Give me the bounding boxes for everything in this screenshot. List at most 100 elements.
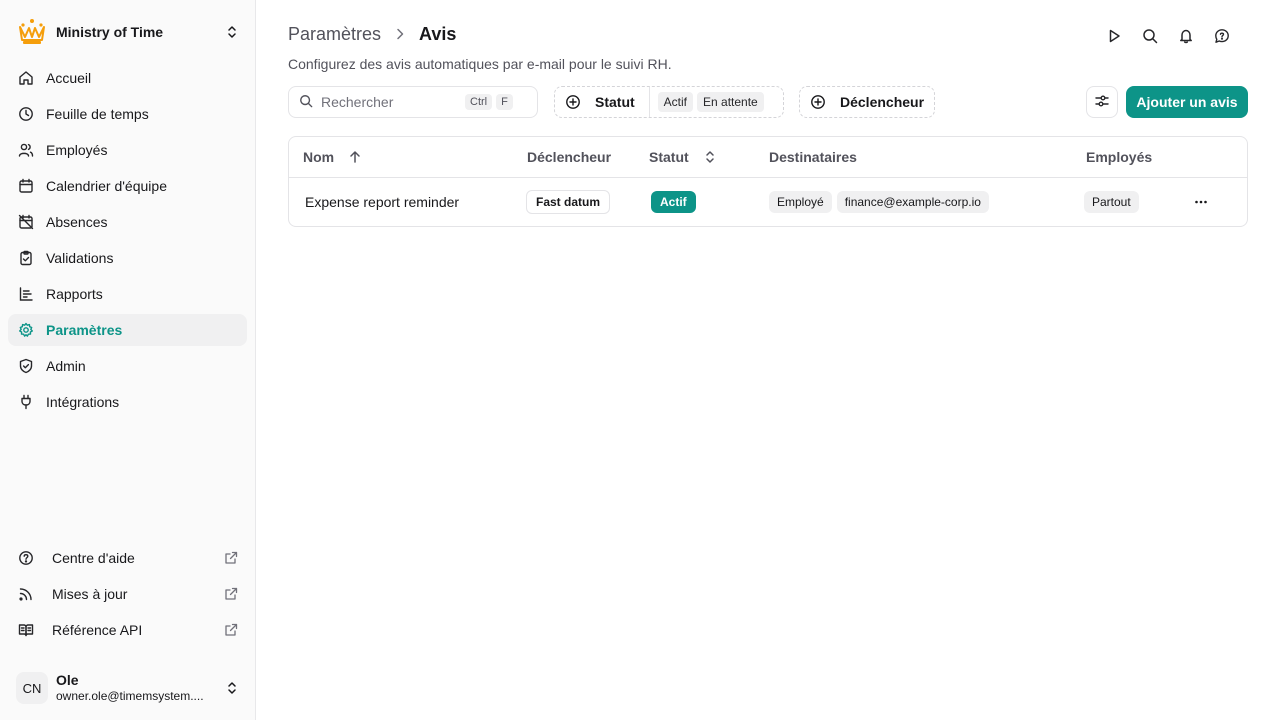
sidebar-item-integrations[interactable]: Intégrations [8,386,247,418]
sidebar-item-calendrier-equipe[interactable]: Calendrier d'équipe [8,170,247,202]
filter-chip-actif: Actif [657,92,694,112]
clock-icon [18,106,34,122]
sidebar-item-absences[interactable]: Absences [8,206,247,238]
main-content: Paramètres Avis Configurez des avis auto… [256,0,1280,720]
sidebar-item-label: Employés [46,142,108,158]
sidebar-link-centre-aide[interactable]: Centre d'aide [8,542,247,574]
filter-divider [648,87,650,117]
col-header-employees: Employés [1086,149,1152,165]
col-header-label: Destinataires [769,149,857,165]
bell-icon[interactable] [1168,26,1204,46]
sidebar-item-employes[interactable]: Employés [8,134,247,166]
user-meta: Ole owner.ole@timemsystem.... [56,672,224,704]
notice-name: Expense report reminder [305,194,460,210]
sidebar-item-label: Calendrier d'équipe [46,178,167,194]
col-header-label: Employés [1086,149,1153,165]
col-header-name[interactable]: Nom [303,149,362,165]
trigger-filter-label: Déclencheur [840,94,925,110]
sidebar-item-label: Intégrations [46,394,120,410]
sidebar-link-mises-a-jour[interactable]: Mises à jour [8,578,247,610]
clipboard-check-icon [18,250,34,266]
user-email: owner.ole@timemsystem.... [56,689,204,703]
cell-actions [1189,178,1213,226]
crown-icon [16,16,48,48]
report-icon [18,286,34,302]
search-icon [299,94,313,111]
shortcut-ctrl: Ctrl [465,94,493,110]
help-circle-icon [18,550,34,566]
breadcrumb: Paramètres Avis [288,22,456,46]
search-input[interactable] [321,94,461,110]
table-row[interactable]: Expense report reminder Fast datum Actif… [289,178,1247,226]
avatar: CN [16,672,48,704]
employees-badge: Partout [1084,191,1139,213]
search-box[interactable]: Ctrl F [288,86,538,118]
status-filter-label: Statut [595,94,635,110]
page-subtitle: Configurez des avis automatiques par e-m… [288,56,672,72]
col-header-label: Statut [649,149,689,165]
users-icon [18,142,34,158]
chevron-up-down-icon [224,24,240,40]
calendar-icon [18,178,34,194]
sidebar-item-label: Accueil [46,70,92,86]
chat-help-icon[interactable] [1204,26,1240,46]
book-icon [18,622,34,638]
more-horizontal-icon[interactable] [1189,190,1213,214]
plus-circle-icon [810,94,826,110]
play-icon[interactable] [1096,26,1132,46]
cell-recipients: Employé finance@example-corp.io [769,178,994,226]
sidebar-item-label: Paramètres [46,322,123,338]
col-header-trigger: Déclencheur [527,149,611,165]
rss-icon [18,586,34,602]
chevron-right-icon [393,27,407,41]
breadcrumb-parent[interactable]: Paramètres [288,24,381,45]
sidebar-item-feuille-de-temps[interactable]: Feuille de temps [8,98,247,130]
user-name: Ole [56,672,79,688]
recipient-badge: finance@example-corp.io [836,191,989,213]
external-link-icon [223,586,239,602]
recipient-badge: Employé [769,191,832,213]
sliders-icon [1094,93,1110,112]
status-filter[interactable]: Statut Actif En attente [554,86,784,118]
add-notice-button[interactable]: Ajouter un avis [1126,86,1248,118]
calendar-off-icon [18,214,34,230]
sidebar-link-reference-api[interactable]: Référence API [8,614,247,646]
user-menu[interactable]: CN Ole owner.ole@timemsystem.... [16,668,240,708]
sidebar-item-parametres[interactable]: Paramètres [8,314,247,346]
page-title: Avis [419,23,457,44]
sidebar-item-admin[interactable]: Admin [8,350,247,382]
plus-circle-icon [565,94,581,110]
toolbar: Ctrl F Statut Actif En attente Déclenche… [288,86,1248,118]
view-options-button[interactable] [1086,86,1118,118]
sidebar-item-label: Feuille de temps [46,106,149,122]
header-actions [1096,26,1240,46]
sidebar: Ministry of Time Accueil Feuille de temp… [0,0,256,720]
arrow-up-icon[interactable] [348,150,362,164]
chevron-up-down-icon [224,680,240,696]
cell-name: Expense report reminder [305,178,459,226]
col-header-recipients: Destinataires [769,149,857,165]
sidebar-item-accueil[interactable]: Accueil [8,62,247,94]
main-nav: Accueil Feuille de temps Employés Calend… [8,62,247,422]
external-link-icon [223,550,239,566]
sidebar-item-validations[interactable]: Validations [8,242,247,274]
shield-icon [18,358,34,374]
sidebar-item-label: Rapports [46,286,103,302]
sidebar-item-label: Validations [46,250,114,266]
org-name: Ministry of Time [56,24,164,40]
trigger-filter[interactable]: Déclencheur [799,86,935,118]
sidebar-item-label: Absences [46,214,108,230]
sidebar-item-label: Admin [46,358,86,374]
org-switcher[interactable]: Ministry of Time [16,16,240,48]
table-header: Nom Déclencheur Statut Destinataires Emp… [289,137,1247,178]
sidebar-link-label: Mises à jour [52,586,128,602]
home-icon [18,70,34,86]
col-header-label: Nom [303,149,335,165]
cell-trigger: Fast datum [526,178,611,226]
notices-table: Nom Déclencheur Statut Destinataires Emp… [288,136,1248,227]
col-header-status[interactable]: Statut [649,149,717,165]
sidebar-item-rapports[interactable]: Rapports [8,278,247,310]
search-icon[interactable] [1132,26,1168,46]
status-badge: Actif [651,191,696,213]
chevron-up-down-icon[interactable] [703,150,717,164]
